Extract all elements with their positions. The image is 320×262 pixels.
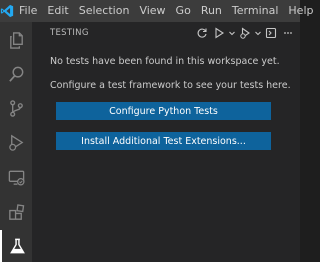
vscode-logo-icon <box>0 0 14 22</box>
debug-dropdown-icon[interactable] <box>254 25 262 41</box>
testing-sidebar: TESTING No tests have been found in this… <box>32 22 300 262</box>
debug-all-icon[interactable] <box>237 25 253 41</box>
title-bar: File Edit Selection View Go Run Terminal… <box>0 0 313 22</box>
activity-bar <box>0 22 32 262</box>
search-icon[interactable] <box>0 58 32 90</box>
source-control-icon[interactable] <box>0 92 32 124</box>
header-actions <box>194 22 296 44</box>
menu-selection[interactable]: Selection <box>74 0 135 22</box>
menu-help[interactable]: Help <box>283 0 318 22</box>
run-dropdown-icon[interactable] <box>228 25 236 41</box>
menu-view[interactable]: View <box>134 0 170 22</box>
show-output-icon[interactable] <box>263 25 279 41</box>
run-debug-icon[interactable] <box>0 126 32 158</box>
menu-run[interactable]: Run <box>196 0 227 22</box>
menu-file[interactable]: File <box>14 0 42 22</box>
sidebar-header: TESTING <box>32 22 300 44</box>
extensions-icon[interactable] <box>0 196 32 228</box>
refresh-icon[interactable] <box>194 25 210 41</box>
remote-explorer-icon[interactable] <box>0 161 32 193</box>
testing-icon[interactable] <box>0 230 32 262</box>
configure-hint-message: Configure a test framework to see your t… <box>50 80 291 91</box>
more-actions-icon[interactable] <box>280 25 296 41</box>
menu-go[interactable]: Go <box>171 0 196 22</box>
files-icon[interactable] <box>0 24 32 56</box>
sidebar-title: TESTING <box>50 28 89 38</box>
configure-python-tests-button[interactable]: Configure Python Tests <box>56 102 271 120</box>
run-all-icon[interactable] <box>211 25 227 41</box>
menu-edit[interactable]: Edit <box>42 0 73 22</box>
welcome-view: No tests have been found in this workspa… <box>32 44 300 92</box>
install-test-extensions-button[interactable]: Install Additional Test Extensions... <box>56 132 271 150</box>
no-tests-message: No tests have been found in this workspa… <box>50 56 280 67</box>
menu-terminal[interactable]: Terminal <box>227 0 284 22</box>
